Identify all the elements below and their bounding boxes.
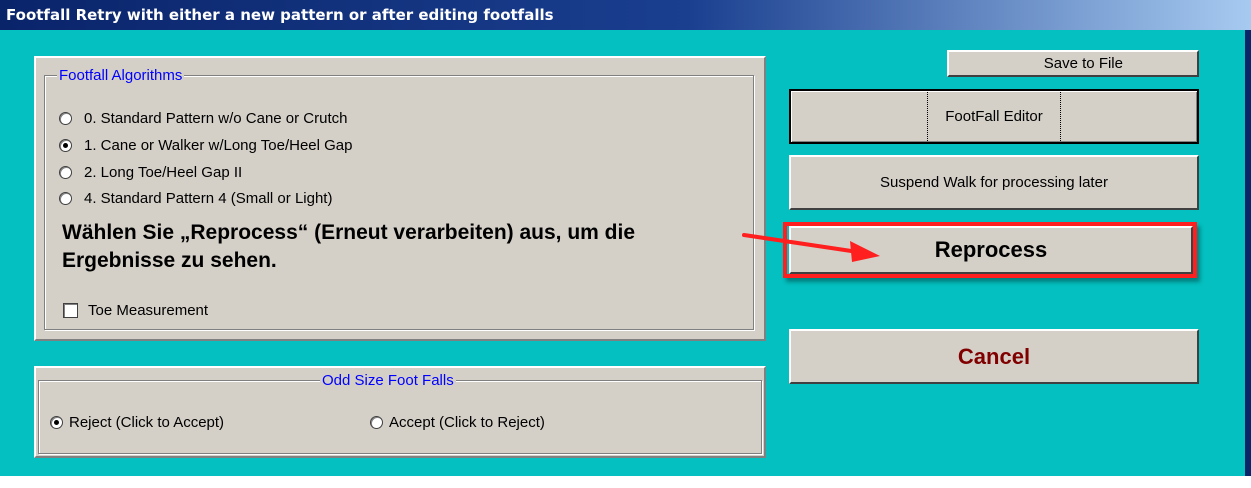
annotation-callout: Wählen Sie „Reprocess“ (Erneut verarbeit…: [56, 215, 746, 288]
algorithm-option-1-radio[interactable]: [59, 138, 72, 152]
algorithm-option-1-label: 1. Cane or Walker w/Long Toe/Heel Gap: [84, 136, 353, 154]
footfall-algorithms-legend: Footfall Algorithms: [57, 67, 185, 84]
cancel-button[interactable]: Cancel: [789, 329, 1199, 384]
odd-size-accept-radio[interactable]: [370, 415, 383, 429]
footfall-retry-window: Footfall Retry with either a new pattern…: [0, 0, 1251, 488]
odd-size-reject-option[interactable]: Reject (Click to Accept): [50, 411, 224, 433]
odd-size-reject-radio[interactable]: [50, 415, 63, 429]
title-bar: Footfall Retry with either a new pattern…: [0, 0, 1251, 30]
algorithm-option-2[interactable]: 2. Long Toe/Heel Gap II: [59, 161, 242, 183]
footfall-algorithms-panel: Footfall Algorithms 0. Standard Pattern …: [34, 56, 766, 341]
odd-size-foot-falls-panel: Odd Size Foot Falls Reject (Click to Acc…: [34, 366, 766, 458]
save-to-file-button[interactable]: Save to File: [947, 50, 1199, 77]
cancel-label: Cancel: [957, 343, 1031, 369]
toe-measurement-checkbox[interactable]: [63, 302, 78, 318]
suspend-walk-button[interactable]: Suspend Walk for processing later: [789, 155, 1199, 210]
odd-size-reject-label: Reject (Click to Accept): [69, 413, 225, 431]
algorithm-option-0[interactable]: 0. Standard Pattern w/o Cane or Crutch: [59, 107, 347, 129]
algorithm-option-3-label: 4. Standard Pattern 4 (Small or Light): [84, 189, 333, 207]
save-to-file-label: Save to File: [1043, 55, 1123, 72]
window-right-edge: [1245, 30, 1251, 476]
toe-measurement-checkbox-row[interactable]: Toe Measurement: [63, 299, 208, 321]
algorithm-option-1[interactable]: 1. Cane or Walker w/Long Toe/Heel Gap: [59, 134, 352, 156]
algorithm-option-3-radio[interactable]: [59, 191, 72, 205]
toe-measurement-label: Toe Measurement: [88, 301, 209, 319]
footfall-editor-label: FootFall Editor: [927, 90, 1061, 143]
suspend-walk-label: Suspend Walk for processing later: [880, 174, 1108, 191]
annotation-arrow-icon: [742, 233, 880, 262]
odd-size-accept-label: Accept (Click to Reject): [389, 413, 545, 431]
odd-size-accept-option[interactable]: Accept (Click to Reject): [370, 411, 545, 433]
window-title: Footfall Retry with either a new pattern…: [6, 6, 554, 24]
odd-size-foot-falls-legend: Odd Size Foot Falls: [320, 372, 456, 389]
window-bottom-edge: [0, 476, 1251, 488]
algorithm-option-3[interactable]: 4. Standard Pattern 4 (Small or Light): [59, 187, 332, 209]
algorithm-option-2-label: 2. Long Toe/Heel Gap II: [84, 163, 243, 181]
algorithm-option-0-radio[interactable]: [59, 111, 72, 125]
algorithm-option-0-label: 0. Standard Pattern w/o Cane or Crutch: [84, 109, 348, 127]
algorithm-option-2-radio[interactable]: [59, 165, 72, 179]
annotation-text: Wählen Sie „Reprocess“ (Erneut verarbeit…: [62, 221, 635, 272]
footfall-editor-button[interactable]: FootFall Editor: [789, 89, 1199, 144]
